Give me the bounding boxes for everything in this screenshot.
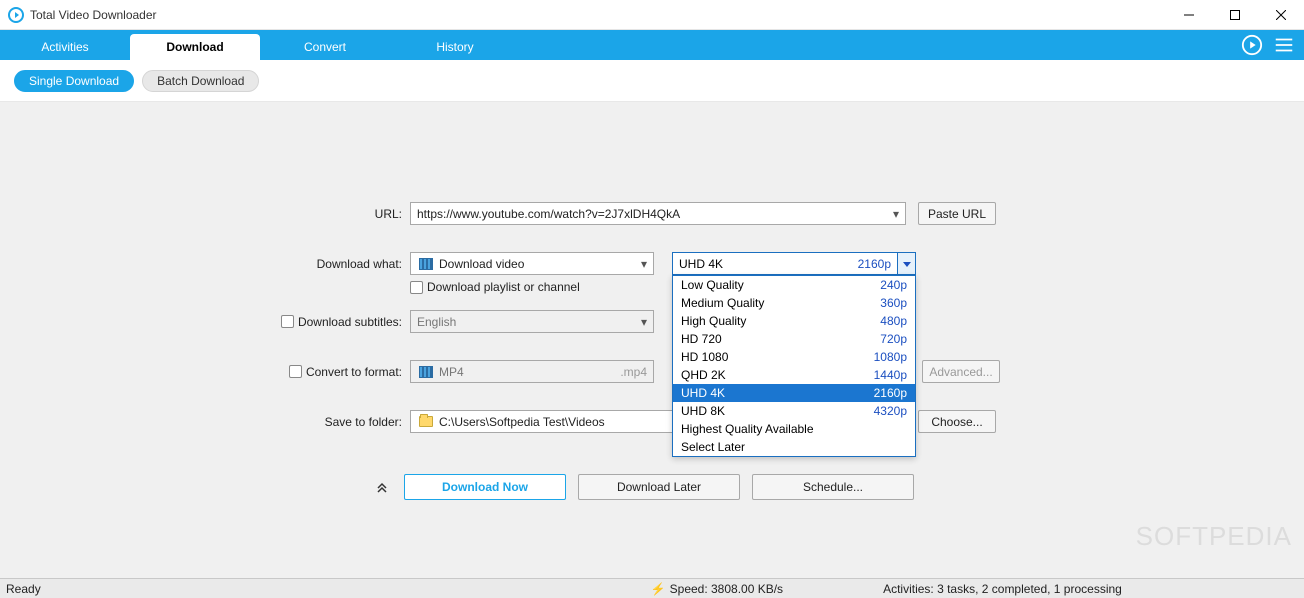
film-icon bbox=[419, 366, 433, 378]
download-what-label: Download what: bbox=[280, 257, 410, 271]
statusbar: Ready ⚡ Speed: 3808.00 KB/s Activities: … bbox=[0, 578, 1304, 598]
content-area: URL: https://www.youtube.com/watch?v=2J7… bbox=[0, 102, 1304, 578]
choose-folder-button[interactable]: Choose... bbox=[918, 410, 996, 433]
quality-select[interactable]: UHD 4K 2160p bbox=[672, 252, 916, 275]
quality-option[interactable]: Medium Quality360p bbox=[673, 294, 915, 312]
quality-option[interactable]: QHD 2K1440p bbox=[673, 366, 915, 384]
download-subtitles-checkbox[interactable] bbox=[281, 315, 294, 328]
quality-dropdown[interactable]: Low Quality240pMedium Quality360pHigh Qu… bbox=[672, 275, 916, 457]
collapse-icon[interactable] bbox=[372, 477, 392, 497]
titlebar: Total Video Downloader bbox=[0, 0, 1304, 30]
quality-option[interactable]: Select Later bbox=[673, 438, 915, 456]
film-icon bbox=[419, 258, 433, 270]
status-ready: Ready bbox=[6, 582, 41, 596]
quality-option[interactable]: UHD 8K4320p bbox=[673, 402, 915, 420]
window-title: Total Video Downloader bbox=[30, 8, 1166, 22]
quality-option[interactable]: HD 720720p bbox=[673, 330, 915, 348]
download-subtitles-label: Download subtitles: bbox=[298, 315, 402, 329]
quality-option[interactable]: UHD 4K2160p bbox=[673, 384, 915, 402]
quality-selected-label: UHD 4K bbox=[673, 257, 858, 271]
quality-option[interactable]: High Quality480p bbox=[673, 312, 915, 330]
status-speed: Speed: 3808.00 KB/s bbox=[670, 582, 783, 596]
format-select[interactable]: MP4 .mp4 bbox=[410, 360, 654, 383]
tab-activities[interactable]: Activities bbox=[0, 34, 130, 60]
paste-url-button[interactable]: Paste URL bbox=[918, 202, 996, 225]
schedule-button[interactable]: Schedule... bbox=[752, 474, 914, 500]
main-tabs: Activities Download Convert History bbox=[0, 30, 1304, 60]
tab-history[interactable]: History bbox=[390, 34, 520, 60]
tab-download[interactable]: Download bbox=[130, 34, 260, 60]
subtitles-lang-select[interactable]: English ▾ bbox=[410, 310, 654, 333]
advanced-button[interactable]: Advanced... bbox=[922, 360, 1000, 383]
chevron-down-icon: ▾ bbox=[641, 257, 647, 271]
download-what-select[interactable]: Download video ▾ bbox=[410, 252, 654, 275]
app-icon bbox=[8, 7, 24, 23]
url-value: https://www.youtube.com/watch?v=2J7xlDH4… bbox=[417, 207, 680, 221]
download-now-button[interactable]: Download Now bbox=[404, 474, 566, 500]
minimize-button[interactable] bbox=[1166, 0, 1212, 30]
batch-download-button[interactable]: Batch Download bbox=[142, 70, 259, 92]
status-activities: Activities: 3 tasks, 2 completed, 1 proc… bbox=[883, 582, 1122, 596]
quality-option[interactable]: Highest Quality Available bbox=[673, 420, 915, 438]
save-folder-label: Save to folder: bbox=[280, 415, 410, 429]
maximize-button[interactable] bbox=[1212, 0, 1258, 30]
watermark: SOFTPEDIA bbox=[1136, 521, 1292, 552]
folder-icon bbox=[419, 416, 433, 427]
quality-option[interactable]: HD 10801080p bbox=[673, 348, 915, 366]
menu-icon[interactable] bbox=[1272, 33, 1296, 57]
play-circle-icon[interactable] bbox=[1240, 33, 1264, 57]
single-download-button[interactable]: Single Download bbox=[14, 70, 134, 92]
download-playlist-checkbox[interactable] bbox=[410, 281, 423, 294]
quality-dropdown-button[interactable] bbox=[897, 253, 915, 274]
convert-format-label: Convert to format: bbox=[306, 365, 402, 379]
chevron-down-icon: ▾ bbox=[893, 207, 899, 221]
bolt-icon: ⚡ bbox=[651, 582, 666, 596]
download-playlist-label: Download playlist or channel bbox=[427, 280, 580, 294]
url-field[interactable]: https://www.youtube.com/watch?v=2J7xlDH4… bbox=[410, 202, 906, 225]
quality-selected-res: 2160p bbox=[858, 257, 897, 271]
close-button[interactable] bbox=[1258, 0, 1304, 30]
tab-convert[interactable]: Convert bbox=[260, 34, 390, 60]
download-later-button[interactable]: Download Later bbox=[578, 474, 740, 500]
chevron-down-icon: ▾ bbox=[641, 315, 647, 329]
url-label: URL: bbox=[280, 207, 410, 221]
mode-toolbar: Single Download Batch Download bbox=[0, 60, 1304, 102]
convert-format-checkbox[interactable] bbox=[289, 365, 302, 378]
quality-option[interactable]: Low Quality240p bbox=[673, 276, 915, 294]
